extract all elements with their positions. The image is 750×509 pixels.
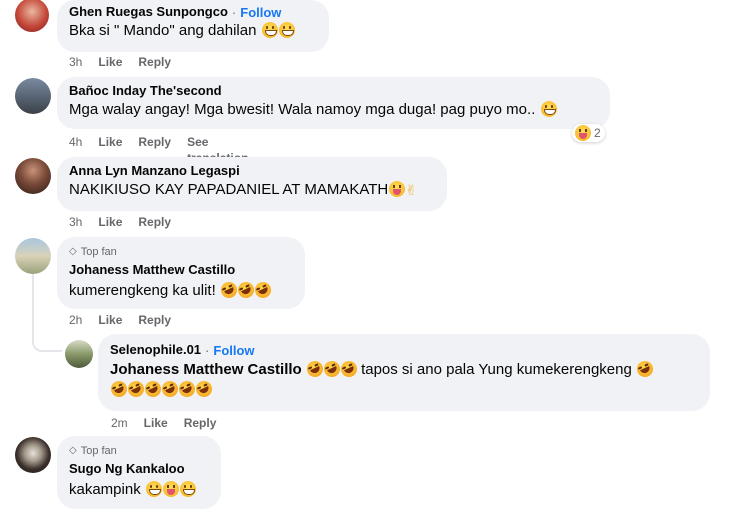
comment-timestamp[interactable]: 3h bbox=[69, 54, 82, 70]
comment-bubble: Ghen Ruegas Sunpongco · Follow Bka si " … bbox=[57, 0, 329, 52]
comment-text: kakampink bbox=[69, 481, 141, 498]
like-button[interactable]: Like bbox=[98, 312, 122, 328]
comment-timestamp[interactable]: 2h bbox=[69, 312, 82, 328]
avatar[interactable] bbox=[15, 0, 49, 32]
rofl-emoji-icon bbox=[193, 378, 215, 400]
rofl-emoji-icon bbox=[108, 378, 130, 400]
avatar[interactable] bbox=[15, 437, 51, 473]
comment-text: Bka si " Mando" ang dahilan bbox=[69, 22, 257, 39]
like-button[interactable]: Like bbox=[98, 214, 122, 230]
avatar[interactable] bbox=[15, 158, 51, 194]
avatar[interactable] bbox=[15, 78, 51, 114]
grin-emoji-icon bbox=[261, 22, 278, 38]
author-name[interactable]: Selenophile.01 bbox=[110, 342, 201, 358]
laughing-emoji-icon bbox=[389, 181, 406, 197]
rofl-emoji-icon bbox=[218, 279, 240, 301]
reaction-count-badge[interactable]: 2 bbox=[572, 124, 605, 142]
comment-text: kumerengkeng ka ulit! bbox=[69, 282, 216, 299]
victory-hand-icon: ✌ bbox=[405, 182, 417, 198]
reply-button[interactable]: Reply bbox=[184, 415, 217, 431]
comment-text: NAKIKIUSO KAY PAPADANIEL AT MAMAKATH bbox=[69, 181, 389, 198]
like-button[interactable]: Like bbox=[98, 54, 122, 70]
comment-bubble: Selenophile.01 · Follow Johaness Matthew… bbox=[98, 334, 710, 411]
avatar[interactable] bbox=[65, 340, 93, 368]
rofl-emoji-icon bbox=[125, 378, 147, 400]
reply-button[interactable]: Reply bbox=[138, 312, 171, 328]
grin-emoji-icon bbox=[179, 481, 196, 497]
badge-label: Top fan bbox=[80, 246, 117, 258]
author-name[interactable]: Ghen Ruegas Sunpongco bbox=[69, 4, 228, 20]
grin-emoji-icon bbox=[145, 481, 162, 497]
rofl-emoji-icon bbox=[321, 358, 343, 380]
reply-button[interactable]: Reply bbox=[138, 54, 171, 70]
author-name[interactable]: Sugo Ng Kankaloo bbox=[69, 461, 209, 477]
avatar[interactable] bbox=[15, 238, 51, 274]
grin-emoji-icon bbox=[278, 22, 295, 38]
rofl-emoji-icon bbox=[634, 358, 656, 380]
rofl-emoji-icon bbox=[159, 378, 181, 400]
top-fan-badge: ◇ Top fan bbox=[69, 245, 293, 259]
author-name[interactable]: Anna Lyn Manzano Legaspi bbox=[69, 163, 435, 179]
reaction-count: 2 bbox=[594, 126, 601, 140]
rofl-emoji-icon bbox=[142, 378, 164, 400]
top-fan-badge: ◇ Top fan bbox=[69, 444, 209, 458]
rofl-emoji-icon bbox=[252, 279, 274, 301]
like-button[interactable]: Like bbox=[144, 415, 168, 431]
diamond-icon: ◇ bbox=[69, 445, 77, 456]
follow-button[interactable]: Follow bbox=[213, 343, 254, 358]
comment-text: tapos si ano pala Yung kumekerengkeng bbox=[361, 361, 632, 378]
grin-emoji-icon bbox=[540, 101, 557, 117]
rofl-emoji-icon bbox=[304, 358, 326, 380]
rofl-emoji-icon bbox=[176, 378, 198, 400]
author-name[interactable]: Johaness Matthew Castillo bbox=[69, 262, 293, 278]
comment-text: Mga walay angay! Mga bwesit! Wala namoy … bbox=[69, 101, 536, 118]
rofl-emoji-icon bbox=[235, 279, 257, 301]
comment-timestamp[interactable]: 3h bbox=[69, 214, 82, 230]
comment-bubble: ◇ Top fan Sugo Ng Kankaloo kakampink bbox=[57, 436, 221, 509]
follow-button[interactable]: Follow bbox=[240, 5, 281, 20]
comment-timestamp[interactable]: 2m bbox=[111, 415, 128, 431]
diamond-icon: ◇ bbox=[69, 246, 77, 257]
laughing-reaction-icon bbox=[575, 125, 591, 141]
reply-button[interactable]: Reply bbox=[138, 214, 171, 230]
separator-dot: · bbox=[231, 4, 237, 20]
comment-bubble: Anna Lyn Manzano Legaspi NAKIKIUSO KAY P… bbox=[57, 157, 447, 211]
mentioned-user[interactable]: Johaness Matthew Castillo bbox=[110, 361, 302, 378]
author-name[interactable]: Bañoc Inday The'second bbox=[69, 83, 598, 99]
comment-bubble: ◇ Top fan Johaness Matthew Castillo kume… bbox=[57, 237, 305, 309]
laughing-emoji-icon bbox=[162, 481, 179, 497]
separator-dot: · bbox=[205, 342, 210, 358]
rofl-emoji-icon bbox=[338, 358, 360, 380]
comment-bubble: Bañoc Inday The'second Mga walay angay! … bbox=[57, 77, 610, 129]
badge-label: Top fan bbox=[80, 445, 117, 457]
